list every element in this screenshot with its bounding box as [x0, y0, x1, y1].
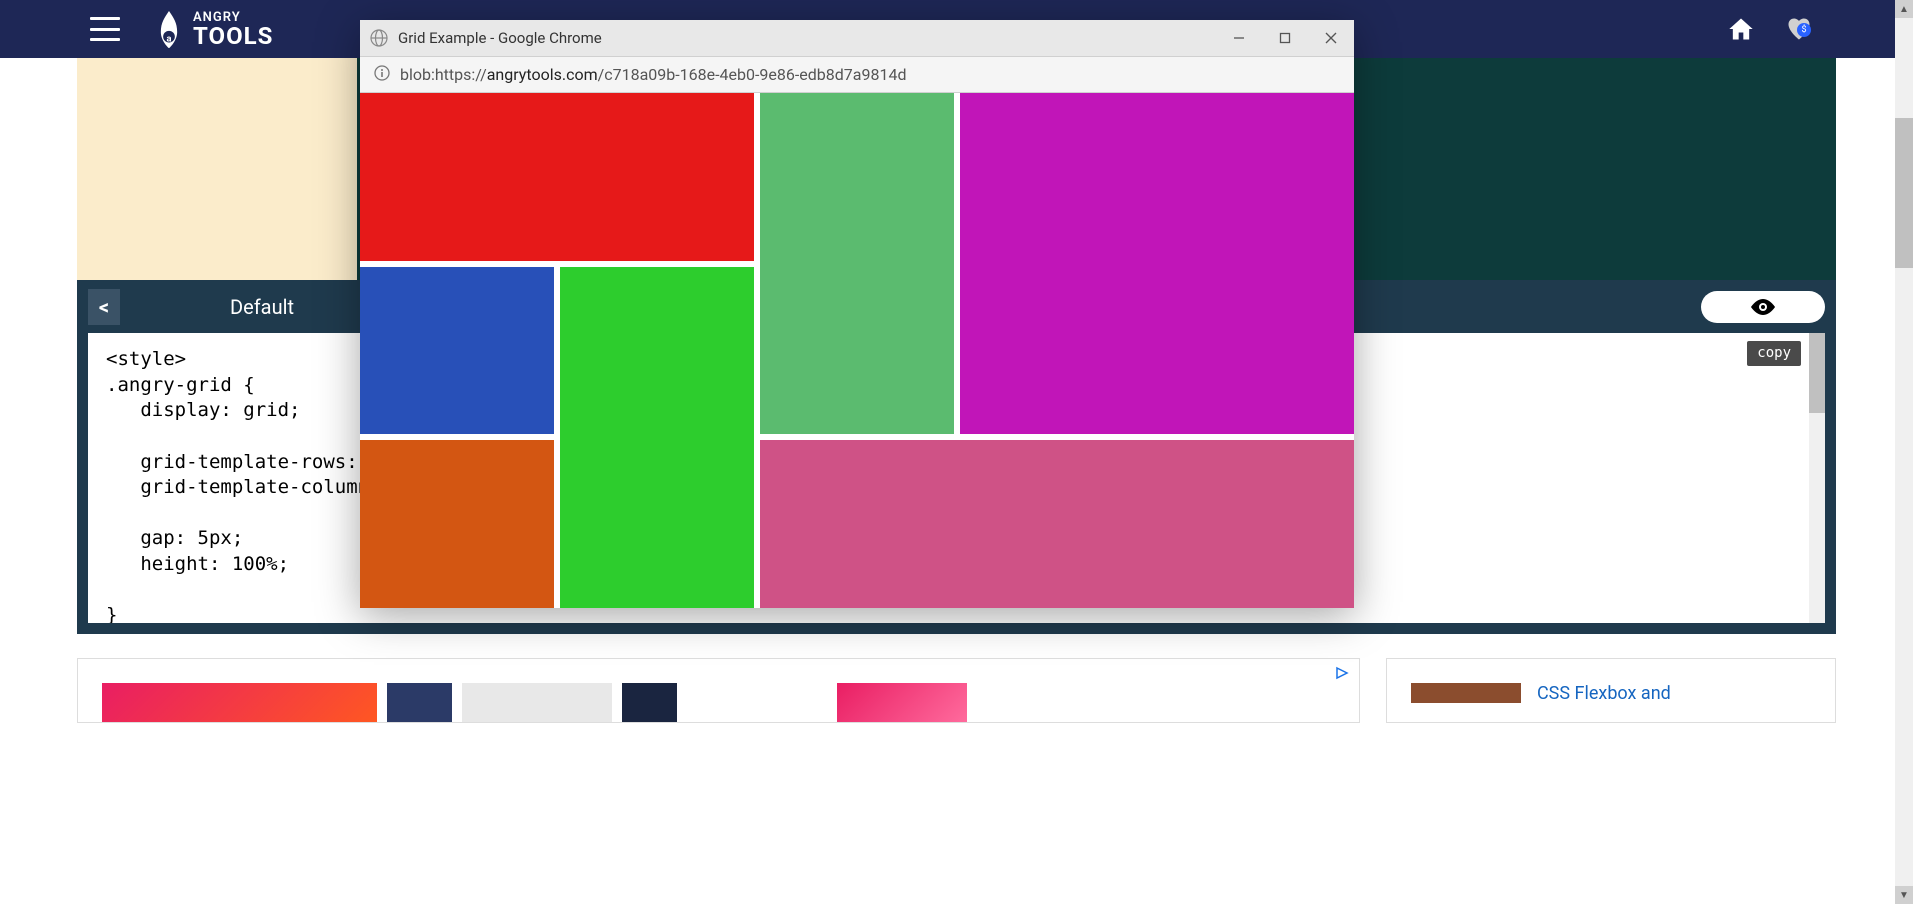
url-path: /c718a09b-168e-4eb0-9e86-edb8d7a9814d — [598, 65, 907, 84]
back-button[interactable]: < — [88, 289, 120, 325]
globe-icon — [370, 29, 388, 47]
preview-left-block — [77, 58, 357, 280]
ad-right-thumb — [1411, 683, 1521, 703]
url-domain: angrytools.com — [487, 65, 598, 84]
page-scrollbar[interactable]: ▲ ▼ — [1895, 0, 1913, 904]
grid-item-6 — [760, 440, 1354, 608]
site-info-icon[interactable] — [374, 65, 390, 85]
logo-text-bottom: TOOLS — [193, 24, 273, 48]
ad-thumb-2 — [387, 683, 452, 723]
favorites-badge: $ — [1797, 23, 1811, 37]
flame-icon: a — [155, 11, 183, 47]
code-scrollbar[interactable] — [1809, 333, 1825, 623]
grid-item-0 — [360, 93, 754, 261]
ad-card-right[interactable]: CSS Flexbox and — [1386, 658, 1836, 723]
home-icon[interactable] — [1727, 15, 1755, 43]
grid-item-3 — [360, 267, 554, 435]
svg-text:a: a — [167, 33, 172, 44]
chrome-addressbar[interactable]: blob:https://angrytools.com/c718a09b-168… — [360, 57, 1354, 93]
ad-thumb-1 — [102, 683, 377, 723]
chrome-window: Grid Example - Google Chrome blob:https:… — [360, 20, 1354, 608]
grid-item-4 — [560, 267, 754, 608]
maximize-button[interactable] — [1276, 29, 1294, 47]
scroll-track[interactable] — [1895, 18, 1913, 886]
tab-default[interactable]: Default — [230, 295, 294, 319]
grid-demo — [360, 93, 1354, 608]
menu-icon[interactable] — [90, 17, 120, 41]
minimize-button[interactable] — [1230, 29, 1248, 47]
favorites-icon[interactable]: $ — [1785, 15, 1813, 43]
ad-info-icon[interactable] — [1335, 665, 1349, 684]
chrome-title: Grid Example - Google Chrome — [398, 29, 1230, 47]
copy-button[interactable]: copy — [1747, 341, 1801, 366]
ad-thumb-3 — [462, 683, 612, 723]
chrome-content — [360, 93, 1354, 608]
ad-card-left[interactable] — [77, 658, 1360, 723]
grid-item-1 — [760, 93, 954, 434]
ad-row: CSS Flexbox and — [77, 658, 1836, 723]
preview-toggle[interactable] — [1701, 291, 1825, 323]
scroll-up-button[interactable]: ▲ — [1895, 0, 1913, 18]
ad-right-link[interactable]: CSS Flexbox and — [1537, 683, 1671, 704]
scroll-down-button[interactable]: ▼ — [1895, 886, 1913, 904]
code-scrollbar-thumb[interactable] — [1809, 333, 1825, 413]
eye-icon — [1751, 299, 1775, 315]
logo[interactable]: a ANGRY TOOLS — [155, 11, 273, 48]
scroll-thumb[interactable] — [1895, 118, 1913, 268]
grid-item-2 — [960, 93, 1354, 434]
grid-item-5 — [360, 440, 554, 608]
ad-thumb-5 — [837, 683, 967, 723]
ad-thumb-4 — [622, 683, 677, 723]
url-prefix: blob:https:// — [400, 65, 487, 84]
chrome-titlebar[interactable]: Grid Example - Google Chrome — [360, 20, 1354, 57]
close-button[interactable] — [1322, 29, 1340, 47]
